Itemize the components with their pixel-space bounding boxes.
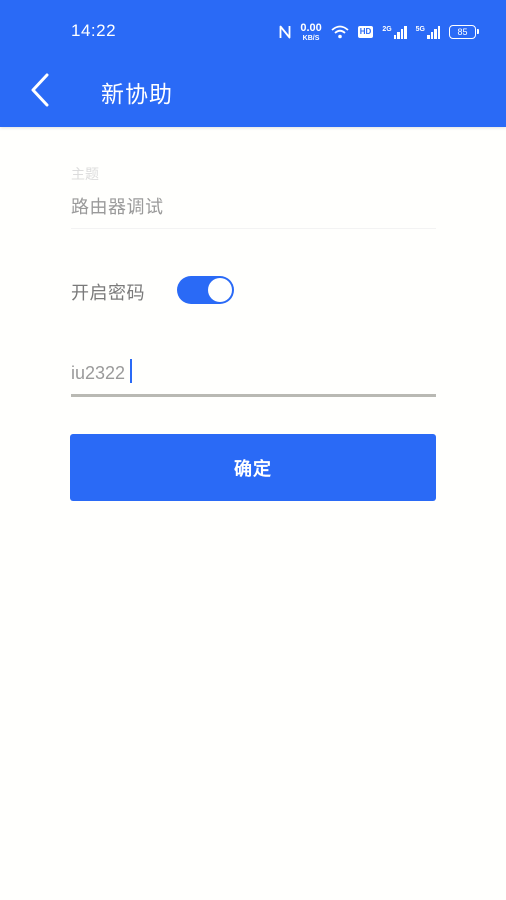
- status-bar: 14:22 0.00 KB/S HD 2G 5G 85: [0, 0, 506, 64]
- status-time: 14:22: [71, 21, 117, 40]
- text-caret: [130, 359, 132, 383]
- page-title: 新协助: [101, 82, 173, 108]
- net-speed: 0.00 KB/S: [300, 21, 322, 42]
- confirm-button[interactable]: 确定: [70, 434, 436, 501]
- hd-icon: HD: [357, 26, 374, 38]
- wifi-icon: [331, 25, 349, 39]
- back-button[interactable]: [22, 70, 58, 110]
- subject-underline: [71, 228, 436, 229]
- app-bar: 14:22 0.00 KB/S HD 2G 5G 85 新协助: [0, 0, 506, 127]
- nfc-icon: [279, 25, 291, 39]
- password-input[interactable]: [71, 355, 436, 391]
- signal-icon-2: 5G: [416, 25, 440, 39]
- subject-label: 主题: [71, 167, 99, 183]
- battery-icon: 85: [449, 25, 479, 39]
- password-underline: [71, 394, 436, 397]
- status-icons: 0.00 KB/S HD 2G 5G 85: [279, 20, 479, 44]
- chevron-left-icon: [31, 73, 49, 107]
- password-toggle-label: 开启密码: [71, 283, 145, 304]
- toggle-knob: [208, 278, 232, 302]
- password-toggle[interactable]: [177, 276, 234, 304]
- subject-field[interactable]: 路由器调试: [71, 193, 164, 219]
- signal-icon: 2G: [382, 25, 407, 39]
